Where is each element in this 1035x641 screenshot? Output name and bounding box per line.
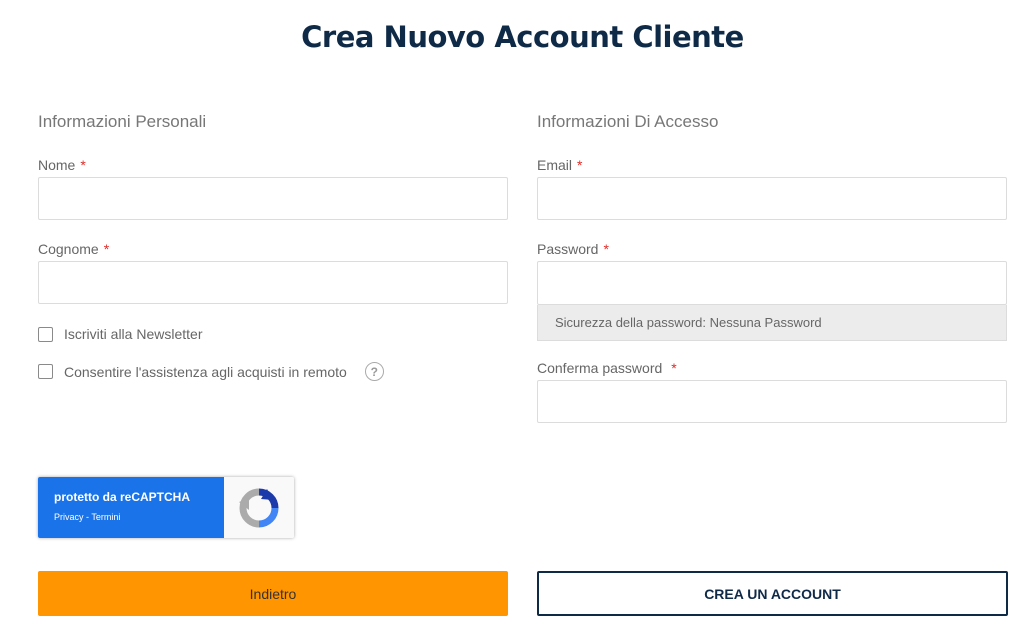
password-input[interactable]: [537, 261, 1007, 305]
remote-assistance-checkbox[interactable]: [38, 364, 53, 379]
recaptcha-logo-icon: [224, 477, 294, 538]
remote-assistance-row[interactable]: Consentire l'assistenza agli acquisti in…: [38, 362, 384, 381]
recaptcha-text-panel: protetto da reCAPTCHA Privacy - Termini: [38, 477, 224, 538]
recaptcha-badge[interactable]: protetto da reCAPTCHA Privacy - Termini: [38, 477, 294, 538]
access-info-heading: Informazioni Di Accesso: [537, 112, 719, 131]
newsletter-checkbox[interactable]: [38, 326, 53, 342]
remote-assistance-label[interactable]: Consentire l'assistenza agli acquisti in…: [64, 364, 347, 380]
first-name-label-text: Nome: [38, 157, 76, 173]
password-label: Password *: [537, 241, 609, 257]
first-name-label: Nome *: [38, 157, 86, 173]
confirm-password-input[interactable]: [537, 380, 1007, 423]
help-icon[interactable]: ?: [364, 362, 384, 381]
email-label-text: Email: [537, 157, 573, 173]
required-marker: *: [671, 360, 677, 376]
last-name-label: Cognome *: [38, 241, 109, 257]
first-name-input[interactable]: [38, 177, 508, 220]
email-label: Email *: [537, 157, 582, 173]
newsletter-row[interactable]: Iscriviti alla Newsletter: [38, 326, 202, 342]
recaptcha-privacy-link[interactable]: Privacy: [54, 512, 84, 522]
confirm-password-label-text: Conferma password: [537, 360, 663, 376]
email-input[interactable]: [537, 177, 1007, 220]
newsletter-label[interactable]: Iscriviti alla Newsletter: [64, 326, 202, 342]
recaptcha-protected-text: protetto da reCAPTCHA: [54, 490, 191, 504]
required-marker: *: [80, 157, 86, 173]
last-name-input[interactable]: [38, 261, 508, 304]
last-name-label-text: Cognome: [38, 241, 99, 257]
required-marker: *: [103, 241, 110, 257]
recaptcha-links: Privacy - Termini: [54, 512, 224, 522]
recaptcha-terms-link[interactable]: Termini: [91, 512, 120, 522]
password-strength-meter: Sicurezza della password: Nessuna Passwo…: [537, 305, 1007, 341]
required-marker: *: [577, 157, 583, 173]
required-marker: *: [603, 241, 609, 257]
personal-info-heading: Informazioni Personali: [38, 112, 207, 131]
page-title: Crea Nuovo Account Cliente: [301, 20, 744, 54]
confirm-password-label: Conferma password *: [537, 360, 677, 376]
password-label-text: Password: [537, 241, 599, 257]
create-account-button[interactable]: CREA UN ACCOUNT: [537, 571, 1008, 616]
back-button[interactable]: Indietro: [38, 571, 508, 616]
